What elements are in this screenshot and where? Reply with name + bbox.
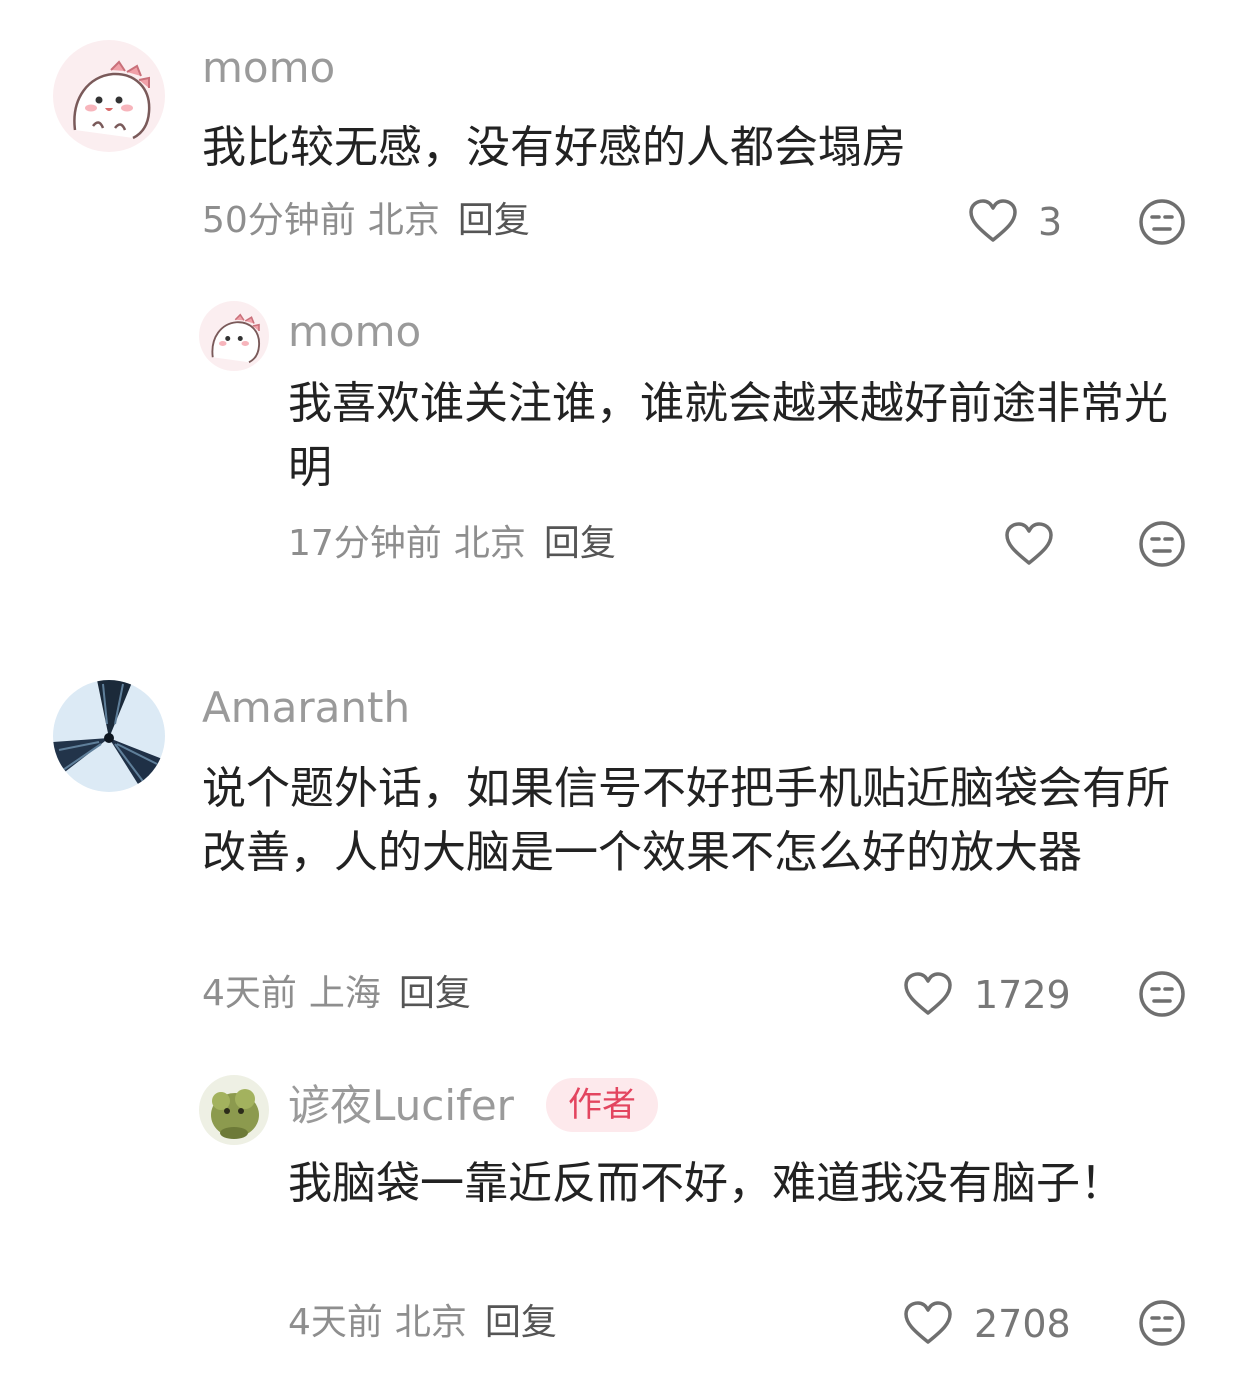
reply-meta: 4天前 北京 回复 <box>288 1305 557 1341</box>
location: 北京 <box>453 523 526 564</box>
reply-text: 我脑袋一靠近反而不好，难道我没有脑子！ <box>288 1158 1124 1209</box>
avatar[interactable] <box>199 1075 269 1145</box>
timestamp: 17分钟前 <box>288 523 442 564</box>
comment-meta: 4天前 上海 回复 <box>202 976 471 1012</box>
username[interactable]: Amaranth <box>202 687 410 729</box>
author-badge: 作者 <box>546 1078 658 1132</box>
reply-button[interactable]: 回复 <box>399 973 471 1014</box>
like-count: 3 <box>1038 200 1063 244</box>
location: 上海 <box>308 973 381 1014</box>
meh-face-icon[interactable] <box>1138 520 1186 568</box>
reply-button[interactable]: 回复 <box>544 523 616 564</box>
meh-face-icon[interactable] <box>1138 1299 1186 1347</box>
like-count: 2708 <box>974 1302 1071 1346</box>
reply-text: 我喜欢谁关注谁，谁就会越来越好前途非常光明 <box>288 378 1168 493</box>
reply-meta: 17分钟前 北京 回复 <box>288 526 616 562</box>
heart-outline-icon[interactable] <box>903 971 953 1017</box>
location: 北京 <box>394 1302 467 1343</box>
timestamp: 50分钟前 <box>202 200 356 241</box>
heart-outline-icon[interactable] <box>968 198 1018 244</box>
reply-button[interactable]: 回复 <box>458 200 530 241</box>
avatar[interactable] <box>53 40 165 152</box>
timestamp: 4天前 <box>202 973 297 1014</box>
comment-text: 我比较无感，没有好感的人都会塌房 <box>202 122 906 173</box>
location: 北京 <box>367 200 440 241</box>
username[interactable]: momo <box>202 47 335 89</box>
username[interactable]: 谚夜Lucifer <box>288 1085 514 1127</box>
comment-text: 说个题外话，如果信号不好把手机贴近脑袋会有所改善，人的大脑是一个效果不怎么好的放… <box>202 763 1170 878</box>
timestamp: 4天前 <box>288 1302 383 1343</box>
heart-outline-icon[interactable] <box>1004 521 1054 567</box>
heart-outline-icon[interactable] <box>903 1300 953 1346</box>
meh-face-icon[interactable] <box>1138 198 1186 246</box>
like-count: 1729 <box>974 973 1071 1017</box>
avatar[interactable] <box>53 680 165 792</box>
comment-meta: 50分钟前 北京 回复 <box>202 203 530 239</box>
username[interactable]: momo <box>288 311 421 353</box>
avatar[interactable] <box>199 301 269 371</box>
meh-face-icon[interactable] <box>1138 970 1186 1018</box>
reply-button[interactable]: 回复 <box>485 1302 557 1343</box>
